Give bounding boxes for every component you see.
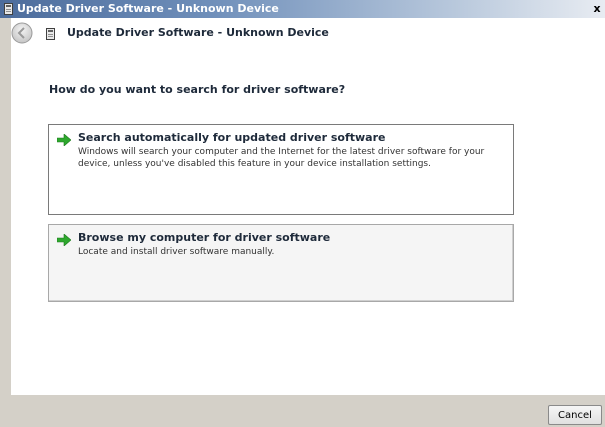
window-title: Update Driver Software - Unknown Device (17, 2, 279, 15)
device-driver-icon (46, 28, 55, 40)
back-arrow-icon[interactable] (11, 22, 33, 44)
option-title: Search automatically for updated driver … (78, 131, 386, 144)
browse-computer-option[interactable]: Browse my computer for driver software L… (48, 224, 514, 302)
question-heading: How do you want to search for driver sof… (49, 83, 346, 96)
update-driver-dialog: Update Driver Software - Unknown Device … (0, 0, 605, 427)
wizard-title: Update Driver Software - Unknown Device (67, 26, 329, 39)
device-driver-icon (4, 3, 13, 15)
option-description: Locate and install driver software manua… (78, 247, 275, 257)
green-arrow-icon (57, 134, 71, 146)
search-automatically-option[interactable]: Search automatically for updated driver … (48, 124, 514, 215)
dialog-footer: Cancel (0, 395, 605, 427)
option-title: Browse my computer for driver software (78, 231, 331, 244)
wizard-content: Update Driver Software - Unknown Device … (11, 18, 605, 395)
close-button[interactable]: x (589, 0, 605, 18)
title-bar[interactable]: Update Driver Software - Unknown Device … (0, 0, 605, 18)
option-description: Windows will search your computer and th… (78, 147, 485, 169)
cancel-button[interactable]: Cancel (548, 405, 602, 425)
wizard-nav-bar: Update Driver Software - Unknown Device (11, 18, 605, 48)
green-arrow-icon (57, 234, 71, 246)
